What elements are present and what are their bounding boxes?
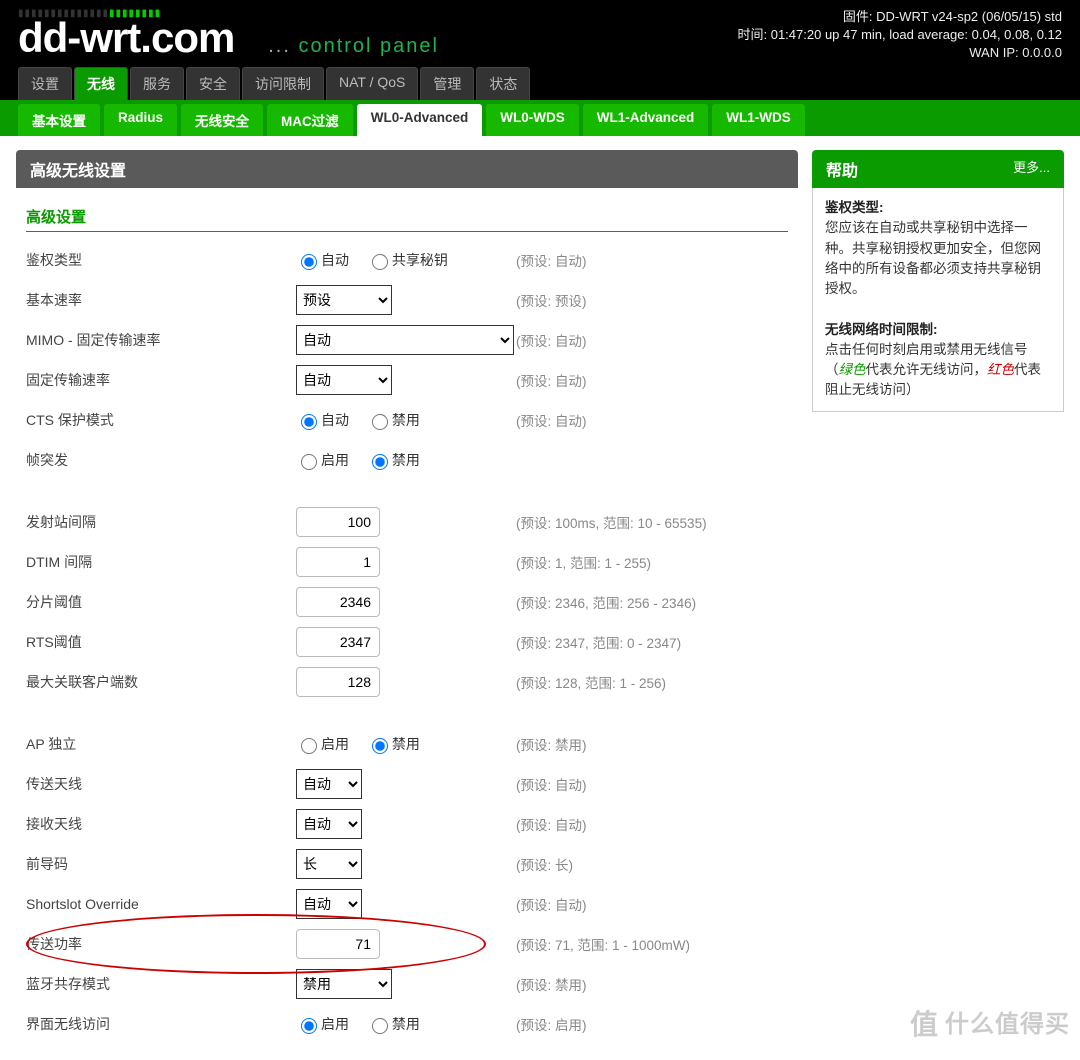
subtab-wl0adv[interactable]: WL0-Advanced (357, 104, 483, 136)
subtab-mac[interactable]: MAC过滤 (267, 104, 353, 136)
subtab-security[interactable]: 无线安全 (181, 104, 263, 136)
txpower-label: 传送功率 (26, 932, 296, 956)
beacon-default: (预设: 100ms, 范围: 10 - 65535) (516, 512, 707, 532)
mimo-label: MIMO - 固定传输速率 (26, 328, 296, 352)
help-title: 帮助 (826, 157, 858, 181)
preamble-select[interactable]: 长 (296, 849, 362, 879)
status-block: 固件: DD-WRT v24-sp2 (06/05/15) std 时间: 01… (738, 8, 1063, 63)
beacon-label: 发射站间隔 (26, 510, 296, 534)
rts-input[interactable] (296, 627, 380, 657)
tab-status[interactable]: 状态 (476, 67, 530, 100)
subtab-radius[interactable]: Radius (104, 104, 177, 136)
help-time-heading: 无线网络时间限制: (825, 322, 938, 337)
subtab-wl1wds[interactable]: WL1-WDS (712, 104, 805, 136)
logo: ▮▮▮▮▮▮▮▮▮▮▮▮▮▮▮▮▮▮▮▮▮▮ dd-wrt.com ... co… (18, 8, 439, 58)
subtab-basic[interactable]: 基本设置 (18, 104, 100, 136)
cts-default: (预设: 自动) (516, 410, 587, 430)
frag-label: 分片阈值 (26, 590, 296, 614)
preamble-default: (预设: 长) (516, 854, 573, 874)
wan-ip-label: WAN IP: 0.0.0.0 (738, 44, 1063, 62)
guiaccess-enable-radio[interactable] (301, 1018, 317, 1034)
frag-input[interactable] (296, 587, 380, 617)
cts-label: CTS 保护模式 (26, 408, 296, 432)
btcoex-select[interactable]: 禁用 (296, 969, 392, 999)
beacon-input[interactable] (296, 507, 380, 537)
shortslot-label: Shortslot Override (26, 894, 296, 914)
auth-auto-radio[interactable] (301, 254, 317, 270)
tab-services[interactable]: 服务 (130, 67, 184, 100)
fixedrate-default: (预设: 自动) (516, 370, 587, 390)
dtim-default: (预设: 1, 范围: 1 - 255) (516, 552, 651, 572)
sub-tabs: 基本设置 Radius 无线安全 MAC过滤 WL0-Advanced WL0-… (0, 100, 1080, 136)
burst-label: 帧突发 (26, 448, 296, 472)
txant-select[interactable]: 自动 (296, 769, 362, 799)
maxclients-default: (预设: 128, 范围: 1 - 256) (516, 672, 666, 692)
shortslot-select[interactable]: 自动 (296, 889, 362, 919)
rxant-default: (预设: 自动) (516, 814, 587, 834)
txant-default: (预设: 自动) (516, 774, 587, 794)
guiaccess-default: (预设: 启用) (516, 1014, 587, 1034)
apisolate-label: AP 独立 (26, 732, 296, 756)
burst-enable-radio[interactable] (301, 454, 317, 470)
header-bar: ▮▮▮▮▮▮▮▮▮▮▮▮▮▮▮▮▮▮▮▮▮▮ dd-wrt.com ... co… (0, 0, 1080, 100)
txpower-default: (预设: 71, 范围: 1 - 1000mW) (516, 934, 690, 954)
txpower-input[interactable] (296, 929, 380, 959)
basicrate-select[interactable]: 预设 (296, 285, 392, 315)
panel-title: 高级无线设置 (16, 150, 798, 188)
apisolate-enable-radio[interactable] (301, 738, 317, 754)
maxclients-label: 最大关联客户端数 (26, 670, 296, 694)
tab-nat[interactable]: NAT / QoS (326, 67, 418, 100)
tab-access[interactable]: 访问限制 (242, 67, 324, 100)
rts-default: (预设: 2347, 范围: 0 - 2347) (516, 632, 681, 652)
section-legend: 高级设置 (26, 204, 788, 232)
burst-disable-radio[interactable] (372, 454, 388, 470)
main-tabs: 设置 无线 服务 安全 访问限制 NAT / QoS 管理 状态 (18, 67, 530, 100)
control-panel-label: control panel (298, 35, 439, 57)
cts-disable-radio[interactable] (372, 414, 388, 430)
rts-label: RTS阈值 (26, 630, 296, 654)
mimo-default: (预设: 自动) (516, 330, 587, 350)
dtim-input[interactable] (296, 547, 380, 577)
apisolate-default: (预设: 禁用) (516, 734, 587, 754)
tab-admin[interactable]: 管理 (420, 67, 474, 100)
mimo-select[interactable]: 自动 (296, 325, 514, 355)
btcoex-default: (预设: 禁用) (516, 974, 587, 994)
auth-default: (预设: 自动) (516, 250, 587, 270)
guiaccess-disable-radio[interactable] (372, 1018, 388, 1034)
preamble-label: 前导码 (26, 852, 296, 876)
dtim-label: DTIM 间隔 (26, 550, 296, 574)
maxclients-input[interactable] (296, 667, 380, 697)
subtab-wl0wds[interactable]: WL0-WDS (486, 104, 579, 136)
tab-wireless[interactable]: 无线 (74, 67, 128, 100)
help-auth-heading: 鉴权类型: (825, 200, 884, 215)
help-auth-text: 您应该在自动或共享秘钥中选择一种。共享秘钥授权更加安全，但您网络中的所有设备都必… (825, 220, 1041, 296)
tab-setup[interactable]: 设置 (18, 67, 72, 100)
auth-shared-radio[interactable] (372, 254, 388, 270)
rxant-label: 接收天线 (26, 812, 296, 836)
help-more-link[interactable]: 更多... (1013, 157, 1050, 181)
basicrate-default: (预设: 预设) (516, 290, 587, 310)
tab-security[interactable]: 安全 (186, 67, 240, 100)
btcoex-label: 蓝牙共存模式 (26, 972, 296, 996)
help-body: 鉴权类型: 您应该在自动或共享秘钥中选择一种。共享秘钥授权更加安全，但您网络中的… (812, 188, 1064, 412)
apisolate-disable-radio[interactable] (372, 738, 388, 754)
logo-com: .com (140, 14, 234, 61)
txant-label: 传送天线 (26, 772, 296, 796)
frag-default: (预设: 2346, 范围: 256 - 2346) (516, 592, 696, 612)
watermark: 值什么值得买 (910, 1003, 1070, 1043)
uptime-label: 时间: 01:47:20 up 47 min, load average: 0.… (738, 26, 1063, 44)
fixedrate-select[interactable]: 自动 (296, 365, 392, 395)
auth-label: 鉴权类型 (26, 248, 296, 272)
shortslot-default: (预设: 自动) (516, 894, 587, 914)
firmware-label: 固件: DD-WRT v24-sp2 (06/05/15) std (738, 8, 1063, 26)
logo-dd: dd-wrt (18, 14, 140, 61)
fixedrate-label: 固定传输速率 (26, 368, 296, 392)
guiaccess-label: 界面无线访问 (26, 1012, 296, 1036)
cts-auto-radio[interactable] (301, 414, 317, 430)
basicrate-label: 基本速率 (26, 288, 296, 312)
rxant-select[interactable]: 自动 (296, 809, 362, 839)
subtab-wl1adv[interactable]: WL1-Advanced (583, 104, 709, 136)
help-title-bar: 帮助 更多... (812, 150, 1064, 188)
